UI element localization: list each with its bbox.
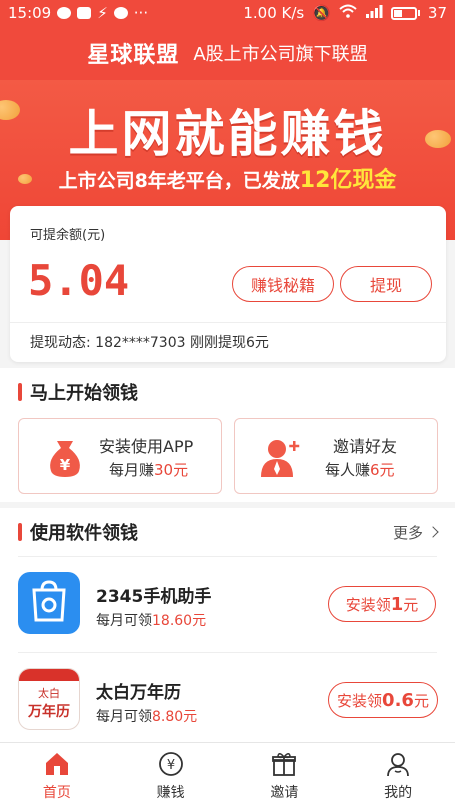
home-icon xyxy=(45,753,68,775)
install-button[interactable]: 安装领 0.6 元 xyxy=(328,682,438,718)
section-marker xyxy=(18,383,22,401)
app-list: 2345手机助手 每月可领18.60元 安装领 1 元 太白 万年历 太白万年历 每… xyxy=(0,556,455,742)
network-speed: 1.00 K/s xyxy=(243,4,305,22)
withdraw-feed-text: 182****7303 刚刚提现6元 xyxy=(95,335,269,351)
install-button-value: 0.6 xyxy=(382,689,414,711)
banner-title: 上网就能赚钱 xyxy=(68,105,387,163)
nav-home-label: 首页 xyxy=(42,785,71,801)
card-divider xyxy=(10,322,446,323)
app-earn: 每月可领8.80元 xyxy=(96,706,197,726)
gift-icon xyxy=(272,753,297,776)
install-button-suffix: 元 xyxy=(403,595,419,614)
app-calendar-icon: 太白 万年历 xyxy=(18,668,80,730)
nav-home[interactable]: 首页 xyxy=(0,743,114,809)
nav-invite[interactable]: 邀请 xyxy=(228,743,342,809)
app-header: 星球联盟 A股上市公司旗下联盟 xyxy=(0,26,455,80)
battery-level: 37 xyxy=(427,4,447,22)
tile-invite-earn-value: 6元 xyxy=(370,461,395,479)
install-button[interactable]: 安装领 1 元 xyxy=(328,586,436,622)
mute-icon: 🔕 xyxy=(312,4,331,22)
status-time: 15:09 xyxy=(8,4,52,22)
flash-icon: ⚡ xyxy=(97,4,108,22)
nav-invite-label: 邀请 xyxy=(270,785,299,801)
list-divider xyxy=(18,556,437,557)
tile-invite-friends[interactable]: 邀请好友 每人赚6元 xyxy=(234,418,438,494)
balance-amount: 5.04 xyxy=(28,256,130,305)
app-name: 太白万年历 xyxy=(96,683,181,703)
section-start-header: 马上开始领钱 xyxy=(0,368,455,416)
withdraw-button[interactable]: 提现 xyxy=(340,266,432,302)
section-apps-title: 使用软件领钱 xyxy=(30,523,138,544)
brand-logo: 星球联盟 xyxy=(87,43,180,68)
wifi-icon xyxy=(339,4,357,22)
yen-coin-icon: ¥ xyxy=(158,752,183,776)
earning-tips-button[interactable]: 赚钱秘籍 xyxy=(232,266,334,302)
install-button-suffix: 元 xyxy=(413,691,429,710)
chat-notification-icon xyxy=(57,7,72,19)
app-2345-icon xyxy=(18,572,80,634)
more-link[interactable]: 更多 xyxy=(392,522,439,543)
install-button-value: 1 xyxy=(390,593,404,615)
status-bar: 15:09 ⚡ ··· 1.00 K/s 🔕 37 xyxy=(0,0,455,26)
more-link-label: 更多 xyxy=(392,523,423,542)
balance-label: 可提余额(元) xyxy=(30,228,106,243)
list-divider xyxy=(18,652,437,653)
tile-install-earn: 每月赚30元 xyxy=(109,459,188,480)
tile-install-title: 安装使用APP xyxy=(99,437,194,456)
bottom-nav: 首页 ¥ 赚钱 邀请 我的 xyxy=(0,742,455,809)
tile-install-earn-prefix: 每月赚 xyxy=(109,461,155,479)
app-earn-value: 8.80元 xyxy=(152,709,198,725)
install-button-prefix: 安装领 xyxy=(337,691,383,710)
app-earn-value: 18.60元 xyxy=(152,613,207,629)
calendar-top-bar xyxy=(19,669,79,681)
tile-invite-earn-prefix: 每人赚 xyxy=(325,461,371,479)
app-earn-prefix: 每月可领 xyxy=(96,709,152,725)
section-apps-header: 使用软件领钱 更多 xyxy=(0,508,455,556)
header-subtitle: A股上市公司旗下联盟 xyxy=(193,44,368,65)
chevron-right-icon xyxy=(427,526,439,538)
list-item[interactable]: 太白 万年历 太白万年历 每月可领8.80元 安装领 0.6 元 xyxy=(0,652,455,742)
paw-notification-icon xyxy=(113,7,128,19)
tile-install-earn-value: 30元 xyxy=(154,461,189,479)
nav-earn[interactable]: ¥ 赚钱 xyxy=(114,743,228,809)
section-marker xyxy=(18,523,22,541)
balance-card: 可提余额(元) 5.04 赚钱秘籍 提现 提现动态: 182****7303 刚… xyxy=(10,206,446,362)
invite-person-icon xyxy=(261,440,300,477)
withdraw-feed-label: 提现动态: xyxy=(30,335,91,351)
section-start-title: 马上开始领钱 xyxy=(30,383,138,404)
app-name: 2345手机助手 xyxy=(96,587,212,607)
calendar-icon-big-text: 万年历 xyxy=(28,704,70,720)
nav-mine[interactable]: 我的 xyxy=(341,743,455,809)
mail-notification-icon xyxy=(77,7,92,19)
nav-earn-label: 赚钱 xyxy=(156,785,185,801)
nav-mine-label: 我的 xyxy=(384,785,413,801)
app-earn: 每月可领18.60元 xyxy=(96,610,206,630)
svg-text:¥: ¥ xyxy=(60,456,71,474)
earn-tiles: ¥ 安装使用APP 每月赚30元 邀请好友 每人赚6元 xyxy=(0,414,455,502)
svg-text:¥: ¥ xyxy=(166,758,174,773)
tile-install-app[interactable]: ¥ 安装使用APP 每月赚30元 xyxy=(18,418,222,494)
calendar-icon-small-text: 太白 xyxy=(38,687,60,700)
battery-icon xyxy=(390,6,420,20)
banner-slogan: 上市公司8年老平台，已发放12亿现金 xyxy=(0,162,455,194)
withdraw-feed: 提现动态: 182****7303 刚刚提现6元 xyxy=(30,332,269,352)
more-notifications-icon: ··· xyxy=(133,4,149,22)
money-bag-icon: ¥ xyxy=(50,441,80,477)
banner-slogan-highlight: 12亿现金 xyxy=(299,168,397,193)
app-earn-prefix: 每月可领 xyxy=(96,613,152,629)
tile-invite-earn: 每人赚6元 xyxy=(325,459,395,480)
banner-slogan-text: 上市公司8年老平台，已发放 xyxy=(58,170,300,192)
user-icon xyxy=(387,753,410,777)
tile-invite-title: 邀请好友 xyxy=(333,437,398,456)
install-button-prefix: 安装领 xyxy=(345,595,391,614)
list-item[interactable]: 2345手机助手 每月可领18.60元 安装领 1 元 xyxy=(0,556,455,646)
signal-icon xyxy=(365,4,383,22)
